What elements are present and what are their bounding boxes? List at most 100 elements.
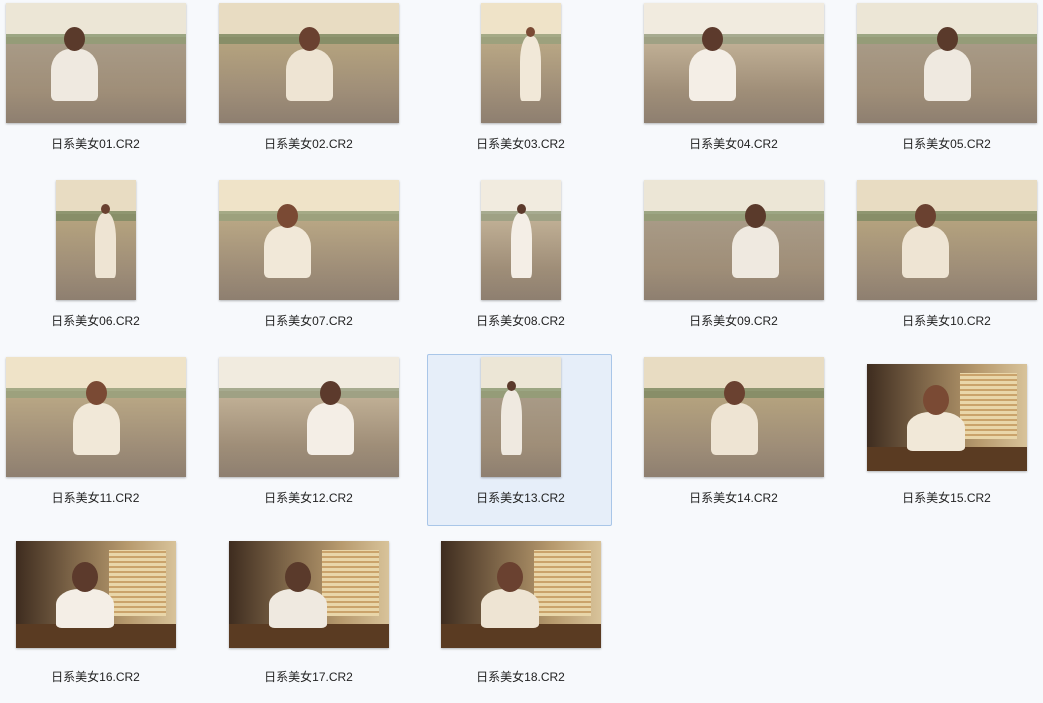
person-body [924, 49, 971, 101]
thumbnail-frame [3, 1, 188, 123]
photo-thumbnail [6, 3, 186, 123]
file-name-label: 日系美女17.CR2 [264, 670, 353, 684]
person-body [307, 403, 354, 455]
thumbnail-frame [428, 532, 613, 654]
thumbnail-frame [216, 1, 401, 123]
file-item[interactable]: 日系美女06.CR2 [2, 177, 187, 349]
person [689, 27, 736, 101]
thumbnail-frame [854, 1, 1039, 123]
file-item[interactable]: 日系美女14.CR2 [640, 354, 825, 526]
window-blinds [533, 549, 592, 616]
thumbnail-frame [854, 355, 1039, 477]
file-item[interactable]: 日系美女18.CR2 [427, 531, 612, 703]
thumbnail-frame [3, 178, 188, 300]
file-item[interactable]: 日系美女03.CR2 [427, 0, 612, 172]
thumbnail-frame [428, 355, 613, 477]
file-grid: 日系美女01.CR2 日系美女02.CR2 日系美女03.CR2 日系美女04.CR2… [0, 0, 1043, 686]
file-item[interactable]: 日系美女10.CR2 [853, 177, 1038, 349]
person-head [72, 562, 98, 592]
person [286, 27, 333, 101]
person [56, 562, 114, 628]
file-item[interactable]: 日系美女11.CR2 [2, 354, 187, 526]
photo-thumbnail [16, 541, 176, 648]
person [924, 27, 971, 101]
photo-thumbnail [481, 3, 561, 123]
thumbnail-frame [216, 355, 401, 477]
person [481, 562, 539, 628]
person-body [73, 403, 120, 455]
file-item[interactable]: 日系美女09.CR2 [640, 177, 825, 349]
photo-thumbnail [644, 3, 824, 123]
file-item[interactable]: 日系美女01.CR2 [2, 0, 187, 172]
file-name-label: 日系美女08.CR2 [476, 314, 565, 328]
file-item[interactable]: 日系美女08.CR2 [427, 177, 612, 349]
photo-thumbnail [644, 357, 824, 477]
thumbnail-frame [3, 532, 188, 654]
person-head [915, 204, 936, 228]
file-name-label: 日系美女16.CR2 [51, 670, 140, 684]
file-item[interactable]: 日系美女05.CR2 [853, 0, 1038, 172]
file-name-label: 日系美女05.CR2 [902, 137, 991, 151]
person-body [56, 589, 114, 628]
file-name-label: 日系美女14.CR2 [689, 491, 778, 505]
person [269, 562, 327, 628]
file-name-label: 日系美女15.CR2 [902, 491, 991, 505]
window-blinds [321, 549, 380, 616]
person-head [497, 562, 523, 592]
person-body [520, 36, 541, 101]
file-name-label: 日系美女03.CR2 [476, 137, 565, 151]
file-item[interactable]: 日系美女07.CR2 [215, 177, 400, 349]
person [711, 381, 758, 455]
file-item[interactable]: 日系美女02.CR2 [215, 0, 400, 172]
file-item[interactable]: 日系美女12.CR2 [215, 354, 400, 526]
person-body [907, 412, 965, 451]
person-head [937, 27, 958, 51]
person [520, 27, 541, 101]
photo-thumbnail [219, 180, 399, 300]
person [907, 385, 965, 451]
file-item[interactable]: 日系美女17.CR2 [215, 531, 400, 703]
person [732, 204, 779, 278]
photo-thumbnail [6, 357, 186, 477]
file-name-label: 日系美女18.CR2 [476, 670, 565, 684]
person-head [702, 27, 723, 51]
person [307, 381, 354, 455]
photo-thumbnail [441, 541, 601, 648]
file-name-label: 日系美女10.CR2 [902, 314, 991, 328]
file-item[interactable]: 日系美女13.CR2 [427, 354, 612, 526]
person-body [689, 49, 736, 101]
thumbnail-frame [854, 178, 1039, 300]
photo-thumbnail [481, 180, 561, 300]
person [902, 204, 949, 278]
person-head [320, 381, 341, 405]
file-name-label: 日系美女12.CR2 [264, 491, 353, 505]
file-name-label: 日系美女11.CR2 [51, 491, 140, 505]
photo-thumbnail [857, 3, 1037, 123]
person-body [286, 49, 333, 101]
person-head [526, 27, 535, 37]
photo-thumbnail [56, 180, 136, 300]
photo-thumbnail [219, 357, 399, 477]
person [73, 381, 120, 455]
file-name-label: 日系美女09.CR2 [689, 314, 778, 328]
thumbnail-frame [641, 1, 826, 123]
person-body [269, 589, 327, 628]
window-blinds [959, 372, 1018, 439]
person-head [101, 204, 110, 214]
person-body [95, 213, 116, 278]
file-item[interactable]: 日系美女16.CR2 [2, 531, 187, 703]
person [95, 204, 116, 278]
person [51, 27, 98, 101]
file-name-label: 日系美女01.CR2 [51, 137, 140, 151]
thumbnail-frame [216, 178, 401, 300]
photo-thumbnail [857, 180, 1037, 300]
photo-thumbnail [481, 357, 561, 477]
photo-thumbnail [229, 541, 389, 648]
file-item[interactable]: 日系美女04.CR2 [640, 0, 825, 172]
thumbnail-frame [641, 355, 826, 477]
person [264, 204, 311, 278]
person-head [285, 562, 311, 592]
window-blinds [108, 549, 167, 616]
file-item[interactable]: 日系美女15.CR2 [853, 354, 1038, 526]
file-name-label: 日系美女02.CR2 [264, 137, 353, 151]
